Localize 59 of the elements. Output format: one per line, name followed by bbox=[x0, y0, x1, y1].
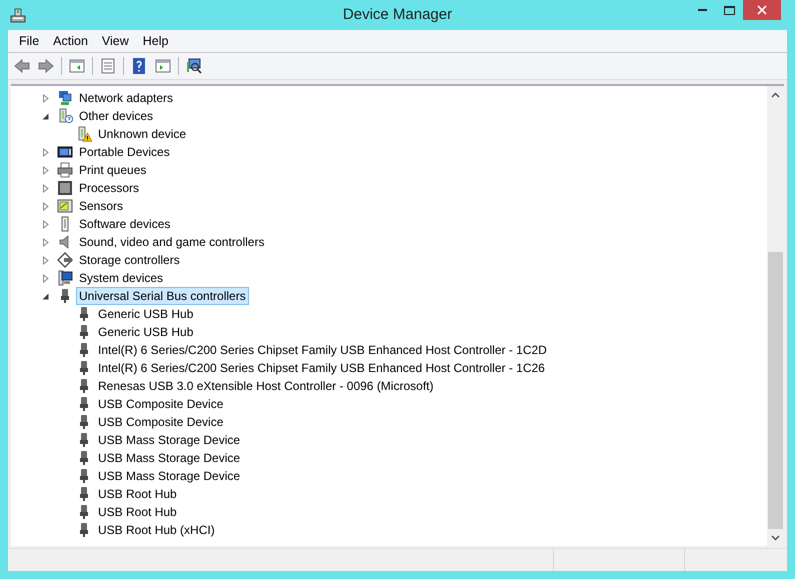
tree-item[interactable]: USB Composite Device bbox=[95, 395, 226, 413]
tree-item[interactable]: Print queues bbox=[76, 161, 150, 179]
close-icon bbox=[757, 5, 767, 15]
warning-device-icon bbox=[76, 126, 92, 142]
tree-item[interactable]: USB Root Hub (xHCI) bbox=[95, 521, 218, 539]
expand-arrow-icon[interactable] bbox=[41, 148, 50, 156]
collapse-arrow-icon[interactable] bbox=[41, 112, 50, 120]
tree-item[interactable]: Unknown device bbox=[95, 125, 190, 143]
portable-device-icon bbox=[57, 144, 73, 160]
device-manager-icon[interactable] bbox=[10, 7, 26, 23]
storage-controller-icon bbox=[57, 252, 73, 268]
expand-arrow-icon[interactable] bbox=[41, 256, 50, 264]
maximize-icon bbox=[724, 6, 735, 14]
chevron-down-icon bbox=[771, 534, 780, 540]
sensor-icon bbox=[57, 198, 73, 214]
tree-item[interactable]: Renesas USB 3.0 eXtensible Host Controller - 0096 (Microsoft) bbox=[95, 377, 436, 395]
window-title: Device Manager bbox=[342, 6, 452, 23]
menu-item[interactable]: Action bbox=[46, 32, 95, 50]
processor-icon bbox=[57, 180, 73, 196]
tree-item[interactable]: USB Root Hub bbox=[95, 485, 180, 503]
tree-item[interactable]: Generic USB Hub bbox=[95, 323, 196, 341]
tree-item[interactable]: USB Mass Storage Device bbox=[95, 467, 244, 485]
tree-item[interactable]: Sound, video and game controllers bbox=[76, 233, 268, 251]
tree-item[interactable]: USB Mass Storage Device bbox=[95, 449, 244, 467]
unknown-device-icon bbox=[57, 108, 73, 124]
printer-icon bbox=[57, 162, 73, 178]
chevron-up-icon bbox=[771, 92, 780, 98]
tree-item[interactable]: Intel(R) 6 Series/C200 Series Chipset Family USB Enhanced Host Controller - 1C26 bbox=[95, 359, 548, 377]
expand-arrow-icon[interactable] bbox=[41, 238, 50, 246]
expand-arrow-icon[interactable] bbox=[41, 184, 50, 192]
tree-item[interactable]: Portable Devices bbox=[76, 143, 173, 161]
network-adapter-icon bbox=[57, 90, 73, 106]
tree-item[interactable]: Intel(R) 6 Series/C200 Series Chipset Family USB Enhanced Host Controller - 1C2D bbox=[95, 341, 550, 359]
expand-arrow-icon[interactable] bbox=[41, 220, 50, 228]
scrollbar-thumb[interactable] bbox=[768, 252, 783, 529]
menu-item[interactable]: View bbox=[94, 32, 136, 50]
tree-item[interactable]: Sensors bbox=[76, 197, 126, 215]
menu-item[interactable]: File bbox=[12, 32, 46, 50]
expand-arrow-icon[interactable] bbox=[41, 94, 50, 102]
tree-item[interactable]: Software devices bbox=[76, 215, 174, 233]
tree-item[interactable]: Other devices bbox=[76, 107, 156, 125]
tree-item[interactable]: Universal Serial Bus controllers bbox=[76, 287, 249, 305]
expand-arrow-icon[interactable] bbox=[41, 274, 50, 282]
scrollbar[interactable] bbox=[767, 86, 784, 546]
menu-item[interactable]: Help bbox=[136, 32, 176, 50]
expand-arrow-icon[interactable] bbox=[41, 166, 50, 174]
tree-item[interactable]: Generic USB Hub bbox=[95, 305, 196, 323]
tree-item[interactable]: USB Root Hub bbox=[95, 503, 180, 521]
tree-item[interactable]: USB Composite Device bbox=[95, 413, 226, 431]
tree-item[interactable]: Network adapters bbox=[76, 89, 176, 107]
minimize-icon bbox=[698, 8, 707, 12]
computer-icon bbox=[57, 270, 73, 286]
expand-arrow-icon[interactable] bbox=[41, 202, 50, 210]
close-button[interactable] bbox=[743, 0, 781, 20]
tree-item[interactable]: Processors bbox=[76, 179, 142, 197]
tree-item[interactable]: Storage controllers bbox=[76, 251, 183, 269]
collapse-arrow-icon[interactable] bbox=[41, 292, 50, 300]
tree-item[interactable]: USB Mass Storage Device bbox=[95, 431, 244, 449]
tree-item[interactable]: System devices bbox=[76, 269, 166, 287]
